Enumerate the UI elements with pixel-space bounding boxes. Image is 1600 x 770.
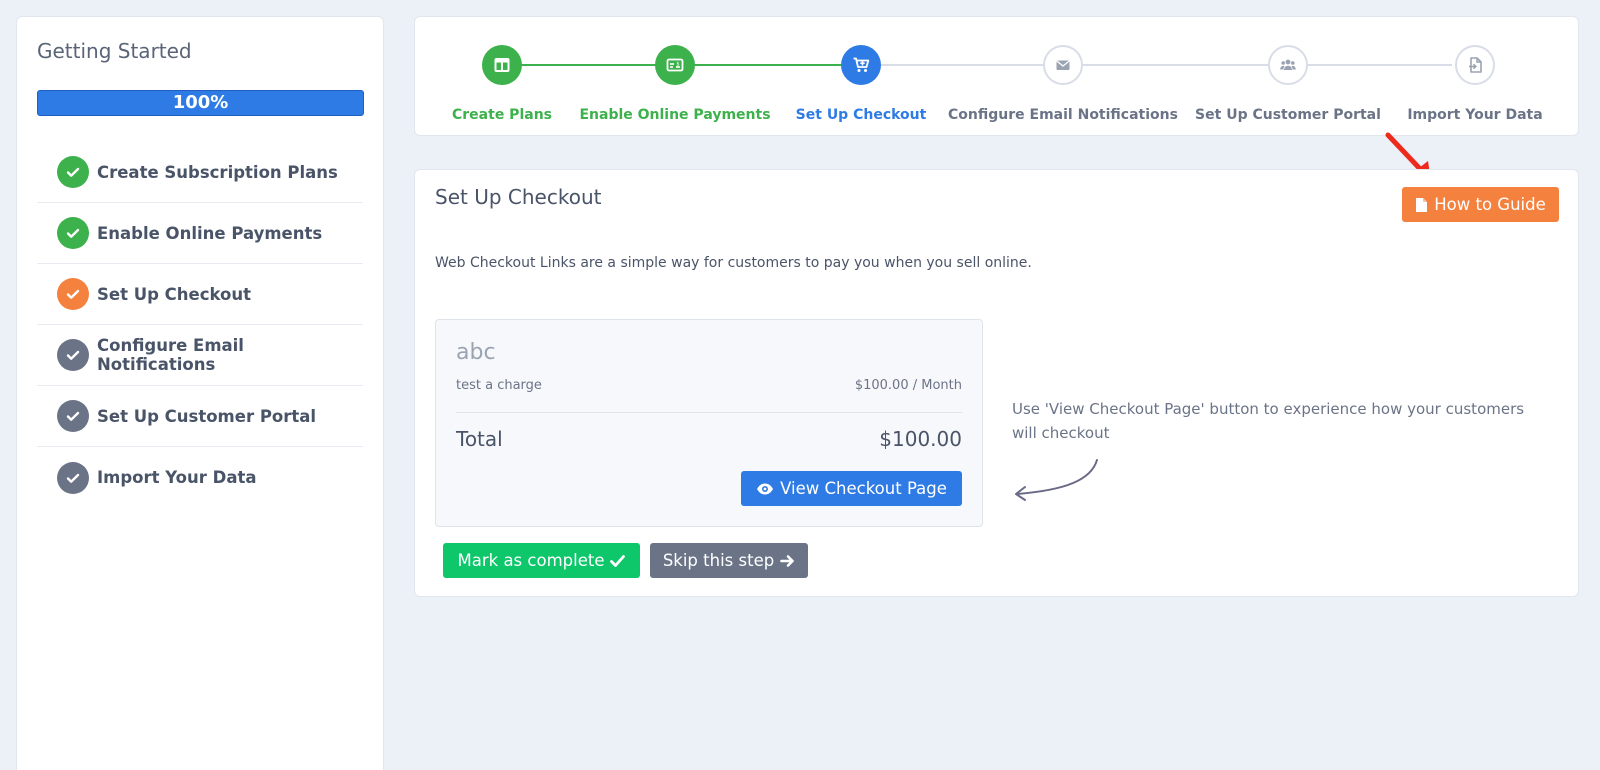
columns-icon: [494, 58, 510, 72]
checkout-total-label: Total: [456, 427, 503, 451]
check-icon: [57, 278, 89, 310]
description-text: Web Checkout Links are a simple way for …: [435, 255, 1032, 271]
checkout-total-value: $100.00: [879, 427, 962, 451]
progress-bar: 100%: [37, 90, 364, 116]
progress-stepper: Create Plans $ Enable Online Payments Se…: [414, 16, 1579, 136]
sidebar-item-create-subscription-plans[interactable]: Create Subscription Plans: [37, 142, 363, 203]
step-label-set-up-customer-portal[interactable]: Set Up Customer Portal: [1195, 107, 1381, 123]
step-node-create-plans[interactable]: [482, 45, 522, 85]
step-label-configure-email-notifications[interactable]: Configure Email Notifications: [948, 107, 1178, 123]
step-node-configure-email-notifications[interactable]: [1043, 45, 1083, 85]
checkout-hint-text: Use 'View Checkout Page' button to exper…: [1012, 400, 1525, 442]
setup-checkout-card: Set Up Checkout How to Guide Web Checkou…: [414, 169, 1579, 597]
sidebar-item-import-your-data[interactable]: Import Your Data: [37, 447, 363, 508]
file-icon: [1416, 197, 1428, 212]
sidebar-step-list: Create Subscription Plans Enable Online …: [37, 142, 363, 508]
view-checkout-page-label: View Checkout Page: [780, 479, 947, 498]
envelope-icon: [1056, 60, 1070, 70]
users-icon: [1280, 59, 1296, 70]
sidebar-item-label: Import Your Data: [97, 468, 257, 487]
step-label-enable-online-payments[interactable]: Enable Online Payments: [579, 107, 770, 123]
checkout-plan-name: abc: [456, 340, 496, 365]
mark-as-complete-button[interactable]: Mark as complete: [443, 543, 640, 578]
checkout-item-price: $100.00 / Month: [854, 378, 962, 393]
check-icon: [57, 156, 89, 188]
sidebar-item-label: Configure Email Notifications: [97, 336, 244, 374]
step-label-set-up-checkout[interactable]: Set Up Checkout: [796, 107, 927, 123]
step-label-import-your-data[interactable]: Import Your Data: [1407, 107, 1542, 123]
sidebar-item-enable-online-payments[interactable]: Enable Online Payments: [37, 203, 363, 264]
credit-card-icon: $: [666, 58, 684, 72]
cart-icon: [853, 57, 870, 72]
arrow-right-icon: [780, 554, 794, 567]
check-icon: [610, 554, 626, 567]
step-label-create-plans[interactable]: Create Plans: [452, 107, 552, 123]
stepper-line-pending: [847, 64, 1452, 66]
sidebar-item-label: Set Up Checkout: [97, 284, 251, 304]
step-node-set-up-customer-portal[interactable]: [1268, 45, 1308, 85]
skip-step-button[interactable]: Skip this step: [650, 543, 808, 578]
sidebar-item-label: Enable Online Payments: [97, 223, 323, 243]
eye-icon: [757, 483, 774, 494]
step-node-set-up-checkout[interactable]: [841, 45, 881, 85]
sidebar-item-label: Create Subscription Plans: [97, 162, 338, 182]
check-icon: [57, 217, 89, 249]
view-checkout-page-button[interactable]: View Checkout Page: [741, 471, 962, 506]
getting-started-sidebar: Getting Started 100% Create Subscription…: [16, 16, 384, 770]
sidebar-item-label: Set Up Customer Portal: [97, 406, 317, 426]
check-icon: [57, 461, 89, 494]
curved-arrow-icon: [1015, 459, 1098, 501]
check-icon: [57, 400, 89, 432]
step-node-enable-online-payments[interactable]: $: [655, 45, 695, 85]
page-title: Set Up Checkout: [435, 185, 602, 209]
skip-step-label: Skip this step: [662, 551, 775, 570]
step-node-import-your-data[interactable]: [1455, 45, 1495, 85]
checkout-preview: abc test a charge $100.00 / Month Total …: [435, 319, 983, 527]
checkout-item-name: test a charge: [456, 378, 542, 393]
sidebar-item-set-up-customer-portal[interactable]: Set Up Customer Portal: [37, 386, 363, 447]
divider: [456, 412, 962, 413]
sidebar-title: Getting Started: [37, 39, 192, 63]
how-to-guide-button[interactable]: How to Guide: [1402, 187, 1559, 222]
check-icon: [57, 339, 89, 371]
sidebar-item-configure-email-notifications[interactable]: Configure Email Notifications: [37, 325, 363, 386]
svg-text:$: $: [676, 62, 679, 68]
file-import-icon: [1469, 57, 1482, 73]
sidebar-item-set-up-checkout[interactable]: Set Up Checkout: [37, 264, 363, 325]
how-to-guide-label: How to Guide: [1434, 195, 1546, 214]
mark-as-complete-label: Mark as complete: [457, 551, 605, 570]
